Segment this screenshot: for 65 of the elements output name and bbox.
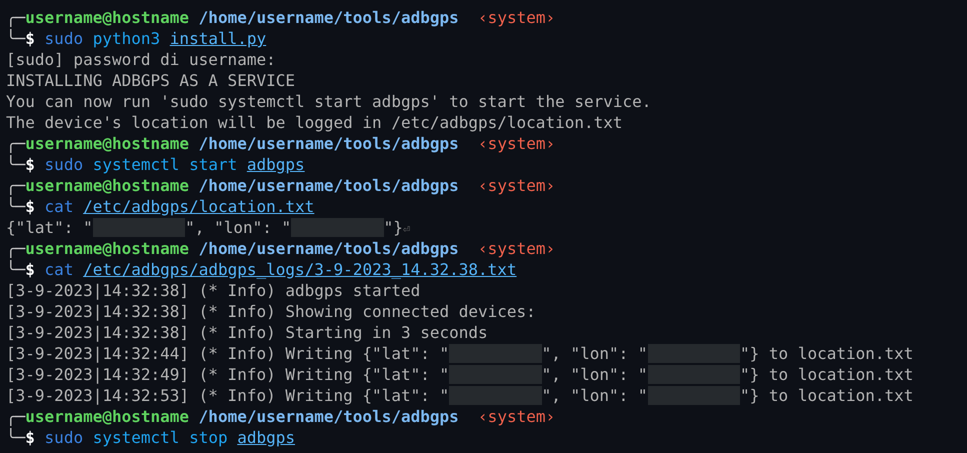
environment-tag: ‹system› xyxy=(478,8,556,27)
output-text: "} to location.txt xyxy=(740,344,914,363)
prompt-corner: ╰─ xyxy=(6,155,26,174)
output-text: The device's location will be logged in /etc/adbgps/location.txt xyxy=(6,113,622,132)
environment-tag: ‹system› xyxy=(478,239,556,258)
output-text: [sudo] password di username: xyxy=(6,50,276,69)
command-name: sudo xyxy=(44,428,84,447)
command-name: sudo xyxy=(44,29,84,48)
prompt-corner: ╭─ xyxy=(6,8,26,27)
file-link[interactable]: install.py xyxy=(170,29,266,48)
file-link[interactable]: adbgps xyxy=(246,155,305,174)
command-name: cat xyxy=(44,260,74,279)
user-host: username@hostname xyxy=(25,176,190,195)
output-text: [3-9-2023|14:32:49] (* Info) Writing {"lat": " xyxy=(6,365,450,384)
output-text: "} to location.txt xyxy=(740,365,914,384)
user-host: username@hostname xyxy=(25,8,190,27)
environment-tag: ‹system› xyxy=(478,176,556,195)
output-text: "} xyxy=(384,218,403,237)
user-host: username@hostname xyxy=(25,407,190,426)
command-name: cat xyxy=(44,197,74,216)
command-argument: systemctl xyxy=(92,155,180,174)
prompt-corner: ╭─ xyxy=(6,407,26,426)
prompt-corner: ╰─ xyxy=(6,428,26,447)
output-text: INSTALLING ADBGPS AS A SERVICE xyxy=(6,71,295,90)
command-name: sudo xyxy=(44,155,84,174)
prompt-sign: $ xyxy=(25,29,35,48)
file-link[interactable]: /etc/adbgps/location.txt xyxy=(83,197,314,216)
line-end-icon: ⏎ xyxy=(402,222,410,236)
user-host: username@hostname xyxy=(25,134,190,153)
output-text: You can now run 'sudo systemctl start adbgps' to start the service. xyxy=(6,92,652,111)
output-text: [3-9-2023|14:32:44] (* Info) Writing {"lat": " xyxy=(6,344,450,363)
working-directory: /home/username/tools/adbgps xyxy=(198,239,459,258)
prompt-corner: ╭─ xyxy=(6,134,26,153)
user-host: username@hostname xyxy=(25,239,190,258)
command-argument: stop xyxy=(189,428,228,447)
environment-tag: ‹system› xyxy=(478,407,556,426)
output-text: [3-9-2023|14:32:38] (* Info) Showing connected devices: xyxy=(6,302,536,321)
output-text: "} to location.txt xyxy=(740,386,914,405)
working-directory: /home/username/tools/adbgps xyxy=(198,8,459,27)
command-argument: start xyxy=(189,155,238,174)
prompt-corner: ╭─ xyxy=(6,176,26,195)
prompt-sign: $ xyxy=(25,260,35,279)
working-directory: /home/username/tools/adbgps xyxy=(198,176,459,195)
output-text: [3-9-2023|14:32:53] (* Info) Writing {"lat": " xyxy=(6,386,450,405)
prompt-corner: ╰─ xyxy=(6,197,26,216)
output-text: [3-9-2023|14:32:38] (* Info) adbgps started xyxy=(6,281,420,300)
output-text: {"lat": " xyxy=(6,218,93,237)
working-directory: /home/username/tools/adbgps xyxy=(198,407,459,426)
prompt-corner: ╰─ xyxy=(6,29,26,48)
file-link[interactable]: adbgps xyxy=(237,428,296,447)
command-argument: python3 xyxy=(92,29,160,48)
output-text: ", "lon": " xyxy=(542,344,648,363)
output-text: ", "lon": " xyxy=(542,365,648,384)
environment-tag: ‹system› xyxy=(478,134,556,153)
prompt-corner: ╭─ xyxy=(6,239,26,258)
file-link[interactable]: /etc/adbgps/adbgps_logs/3-9-2023_14.32.38.txt xyxy=(83,260,517,279)
prompt-sign: $ xyxy=(25,197,35,216)
prompt-corner: ╰─ xyxy=(6,260,26,279)
output-text: [3-9-2023|14:32:38] (* Info) Starting in 3 seconds xyxy=(6,323,488,342)
working-directory: /home/username/tools/adbgps xyxy=(198,134,459,153)
prompt-sign: $ xyxy=(25,428,35,447)
command-argument: systemctl xyxy=(92,428,180,447)
output-text: ", "lon": " xyxy=(185,218,292,237)
output-text: ", "lon": " xyxy=(542,386,648,405)
prompt-sign: $ xyxy=(25,155,35,174)
